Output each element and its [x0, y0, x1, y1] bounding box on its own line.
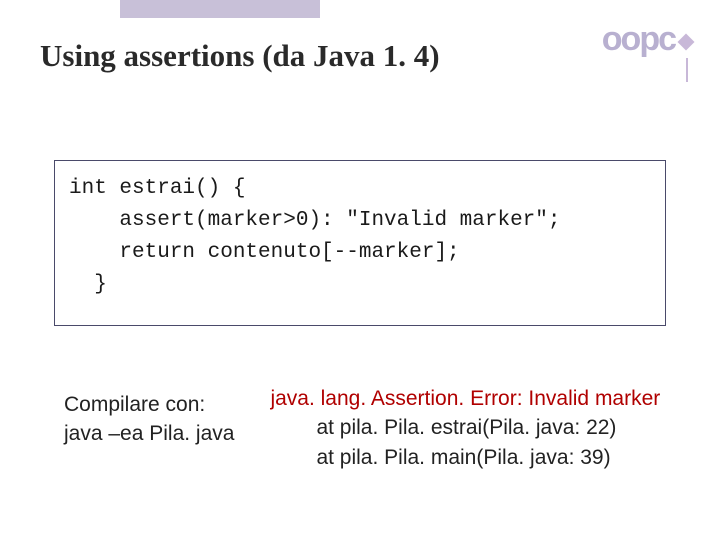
oopc-logo: oopc	[602, 20, 692, 59]
code-line: assert(marker>0): "Invalid marker";	[69, 209, 560, 232]
bottom-row: Compilare con: java –ea Pila. java java.…	[64, 390, 720, 472]
logo-text: oopc	[602, 20, 675, 59]
assertion-error-header: java. lang. Assertion. Error: Invalid ma…	[270, 384, 660, 413]
logo-tail-decoration	[686, 58, 688, 82]
page-title: Using assertions (da Java 1. 4)	[40, 38, 440, 74]
compile-instructions: Compilare con: java –ea Pila. java	[64, 390, 234, 472]
code-snippet-box: int estrai() { assert(marker>0): "Invali…	[54, 160, 666, 326]
compile-label: Compilare con:	[64, 390, 234, 419]
compile-command: java –ea Pila. java	[64, 419, 234, 448]
code-line: int estrai() {	[69, 177, 245, 200]
code-line: }	[69, 273, 107, 296]
error-output: java. lang. Assertion. Error: Invalid ma…	[270, 384, 660, 472]
stack-trace-line: at pila. Pila. main(Pila. java: 39)	[316, 443, 660, 472]
decorative-top-bar	[120, 0, 320, 18]
stack-trace-line: at pila. Pila. estrai(Pila. java: 22)	[316, 413, 660, 442]
code-line: return contenuto[--marker];	[69, 241, 460, 264]
diamond-icon	[678, 33, 695, 50]
